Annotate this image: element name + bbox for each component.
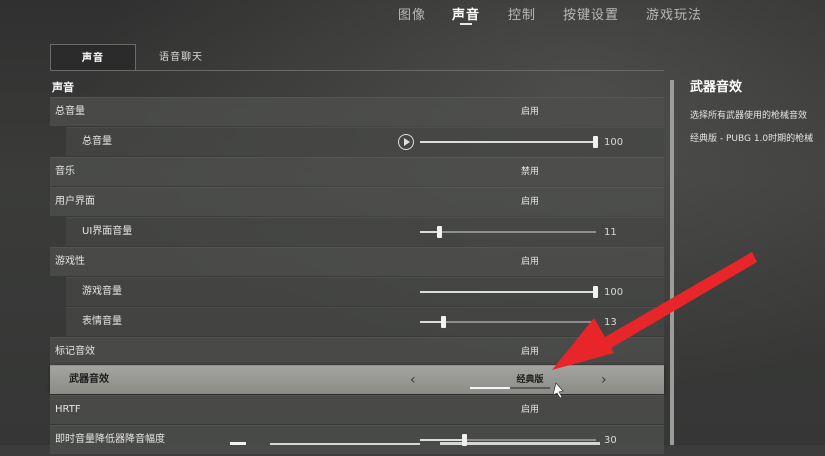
caption-overlay xyxy=(230,435,610,445)
annotation-arrow xyxy=(552,252,757,399)
mouse-cursor-icon xyxy=(552,382,564,399)
